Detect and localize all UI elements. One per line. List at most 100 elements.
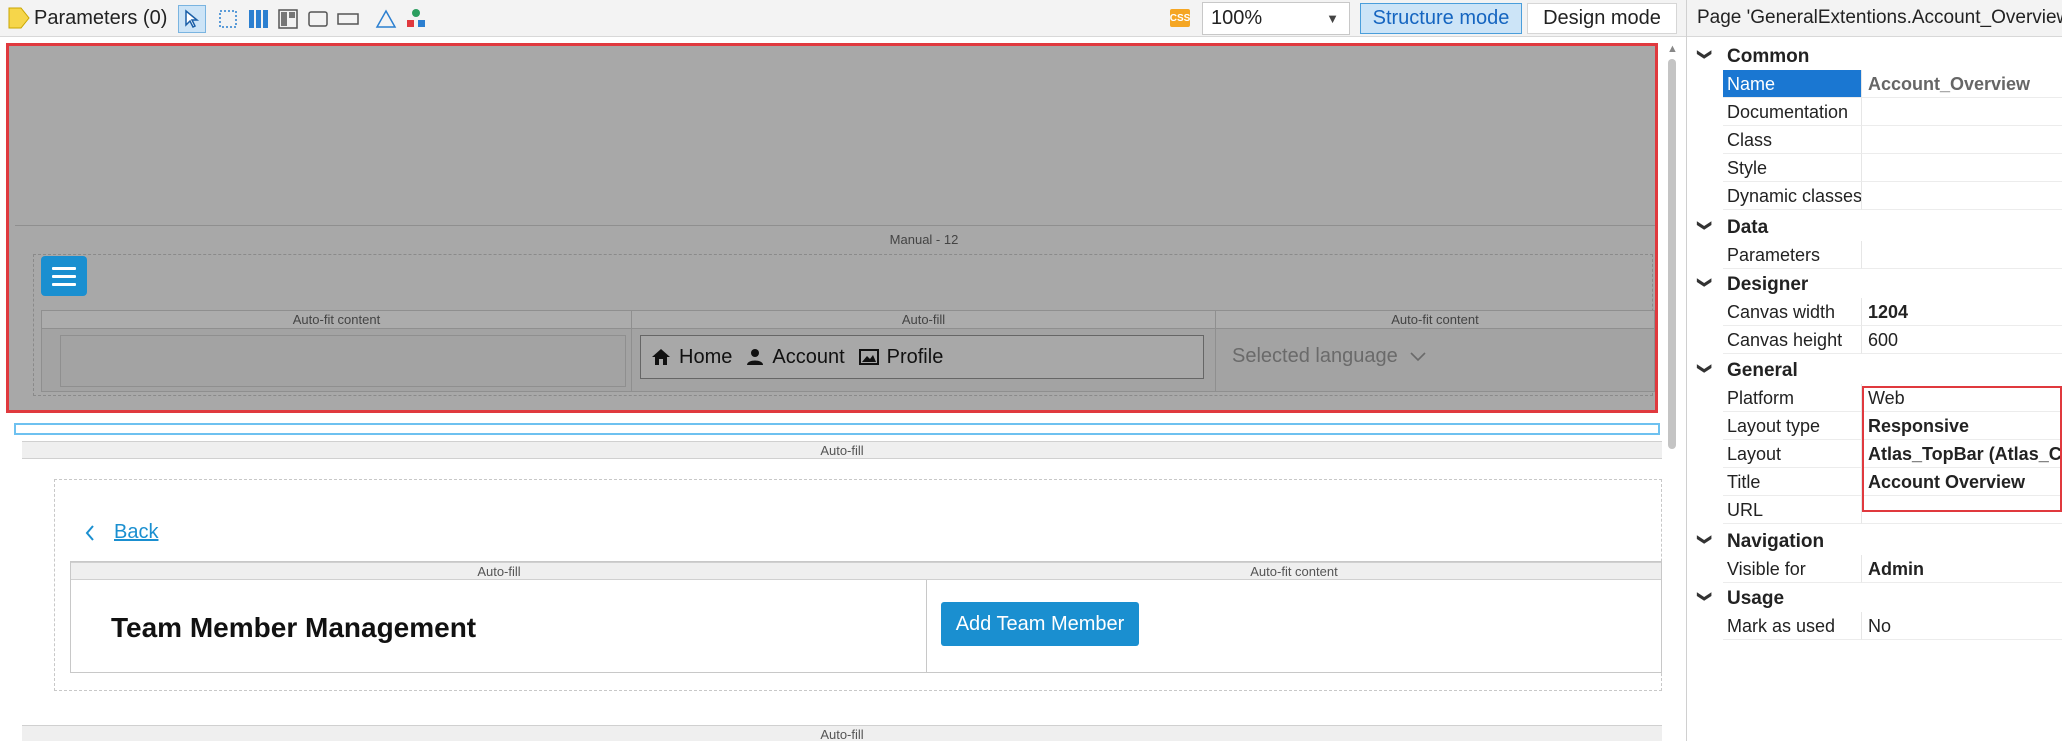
scrollbar-thumb[interactable] [1668, 59, 1676, 449]
prop-row-parameters[interactable]: Parameters [1687, 241, 2062, 269]
category-navigation[interactable]: ❯ Navigation [1687, 527, 2062, 555]
main-content[interactable]: Auto-fill Back Auto-fill Team Member Man… [22, 441, 1662, 741]
prop-name: Documentation [1723, 98, 1861, 126]
prop-row-canvas-width[interactable]: Canvas width 1204 [1687, 298, 2062, 326]
zoom-select[interactable]: 100% ▼ [1202, 2, 1350, 35]
structure-mode-button[interactable]: Structure mode [1360, 3, 1522, 34]
column-header: Auto-fit content [1216, 311, 1654, 329]
prop-value[interactable] [1861, 98, 2062, 126]
home-icon [652, 349, 670, 365]
category-label: Navigation [1727, 531, 1825, 552]
chevron-down-icon[interactable]: ❯ [1696, 49, 1713, 61]
navigation-tree[interactable]: Home Account Profile [640, 335, 1204, 379]
prop-value[interactable]: Account_Overview [1861, 70, 2062, 98]
column-label: Auto-fit content [1250, 564, 1338, 579]
marquee-select-icon[interactable] [214, 5, 242, 33]
manual-label: Manual - 12 [889, 232, 959, 247]
prop-value[interactable]: 1204 [1861, 298, 2062, 326]
topbar-column-left[interactable]: Auto-fit content [42, 311, 632, 391]
column-label: Auto-fit content [292, 312, 381, 327]
heading-column-right[interactable]: Auto-fit content Add Team Member [927, 562, 1661, 672]
prop-row-style[interactable]: Style [1687, 154, 2062, 182]
category-common[interactable]: ❯ Common [1687, 42, 2062, 70]
parameters-label[interactable]: Parameters (0) [34, 7, 167, 30]
category-general[interactable]: ❯ General [1687, 356, 2062, 384]
prop-value[interactable] [1861, 154, 2062, 182]
prop-row-class[interactable]: Class [1687, 126, 2062, 154]
vertical-scrollbar[interactable]: ▲ [1664, 43, 1680, 741]
category-label: General [1727, 360, 1798, 381]
prop-name: Visible for [1723, 555, 1861, 583]
category-designer[interactable]: ❯ Designer [1687, 270, 2062, 298]
prop-value[interactable]: Admin [1861, 555, 2062, 583]
shape-icon[interactable] [372, 5, 400, 33]
category-label: Usage [1727, 588, 1785, 609]
nav-item-label: Account [772, 345, 845, 368]
prop-name: Name [1723, 70, 1861, 98]
chevron-down-icon: ▼ [1326, 11, 1339, 26]
category-usage[interactable]: ❯ Usage [1687, 584, 2062, 612]
heading-column-left[interactable]: Auto-fill Team Member Management [71, 562, 927, 672]
back-button[interactable]: Back [84, 521, 158, 544]
column-cell [60, 335, 626, 387]
column-header: Auto-fill [71, 562, 927, 580]
css-badge[interactable]: CSS [1170, 9, 1190, 27]
language-placeholder: Selected language [1232, 345, 1398, 367]
scroll-up-icon[interactable]: ▲ [1667, 43, 1678, 55]
chevron-down-icon[interactable]: ❯ [1696, 363, 1713, 375]
category-data[interactable]: ❯ Data [1687, 213, 2062, 241]
hamburger-menu-icon[interactable] [41, 256, 87, 296]
chevron-down-icon[interactable]: ❯ [1696, 220, 1713, 232]
language-selector[interactable]: Selected language [1232, 345, 1427, 368]
prop-row-visible-for[interactable]: Visible for Admin [1687, 555, 2062, 583]
nav-item-profile[interactable]: Profile [858, 346, 943, 369]
editor-toolbar: Parameters (0) CSS 100% ▼ Structure mode… [0, 0, 1686, 37]
topbar-row[interactable]: Auto-fit content Auto-fill Home Account [41, 310, 1655, 392]
prop-name: Canvas height [1723, 326, 1861, 354]
main-placeholder[interactable] [14, 423, 1660, 435]
prop-row-mark-as-used[interactable]: Mark as used No [1687, 612, 2062, 640]
prop-row-documentation[interactable]: Documentation [1687, 98, 2062, 126]
widget-tree-icon[interactable] [402, 5, 430, 33]
container-icon[interactable] [304, 5, 332, 33]
page-canvas[interactable]: Manual - 12 Auto-fit content Auto-fill H… [0, 37, 1686, 741]
chevron-down-icon[interactable]: ❯ [1696, 591, 1713, 603]
column-header: Auto-fit content [42, 311, 631, 329]
topbar-column-middle[interactable]: Auto-fill Home Account Profile [632, 311, 1216, 391]
columns-icon[interactable] [244, 5, 272, 33]
parameter-tag-icon[interactable] [8, 6, 30, 30]
prop-row-canvas-height[interactable]: Canvas height 600 [1687, 326, 2062, 354]
autofill-header: Auto-fill [22, 441, 1662, 459]
nav-item-home[interactable]: Home [651, 346, 732, 369]
column-header: Auto-fill [632, 311, 1215, 329]
prop-value[interactable] [1861, 126, 2062, 154]
nav-item-account[interactable]: Account [746, 345, 845, 369]
layout-grid-icon[interactable] [274, 5, 302, 33]
select-pointer-icon[interactable] [178, 5, 206, 33]
chevron-down-icon[interactable]: ❯ [1696, 277, 1713, 289]
prop-row-dynamic-classes[interactable]: Dynamic classes [1687, 182, 2062, 210]
prop-value[interactable] [1861, 241, 2062, 269]
panel-icon[interactable] [334, 5, 362, 33]
column-label: Auto-fill [901, 312, 946, 327]
prop-row-name[interactable]: Name Account_Overview [1687, 70, 2062, 98]
properties-panel[interactable]: Page 'GeneralExtentions.Account_Overview… [1686, 0, 2062, 741]
prop-value[interactable] [1861, 182, 2062, 210]
general-values-highlight [1862, 386, 2062, 512]
add-team-member-button[interactable]: Add Team Member [941, 602, 1139, 646]
layout-region[interactable]: Manual - 12 Auto-fit content Auto-fill H… [6, 43, 1658, 413]
chevron-left-icon [85, 524, 94, 541]
prop-value[interactable]: No [1861, 612, 2062, 640]
prop-value[interactable]: 600 [1861, 326, 2062, 354]
design-mode-button[interactable]: Design mode [1527, 3, 1677, 34]
user-icon [747, 349, 764, 365]
topbar-column-right[interactable]: Auto-fit content Selected language [1216, 311, 1654, 391]
column-label: Auto-fill [477, 564, 521, 579]
chevron-down-icon [1410, 352, 1426, 362]
category-label: Data [1727, 217, 1769, 238]
heading-row[interactable]: Auto-fill Team Member Management Auto-fi… [70, 561, 1662, 673]
chevron-down-icon[interactable]: ❯ [1696, 534, 1713, 546]
autofill-header: Auto-fill [22, 725, 1662, 741]
column-header: Auto-fit content [927, 562, 1661, 580]
nav-item-label: Home [679, 345, 733, 368]
